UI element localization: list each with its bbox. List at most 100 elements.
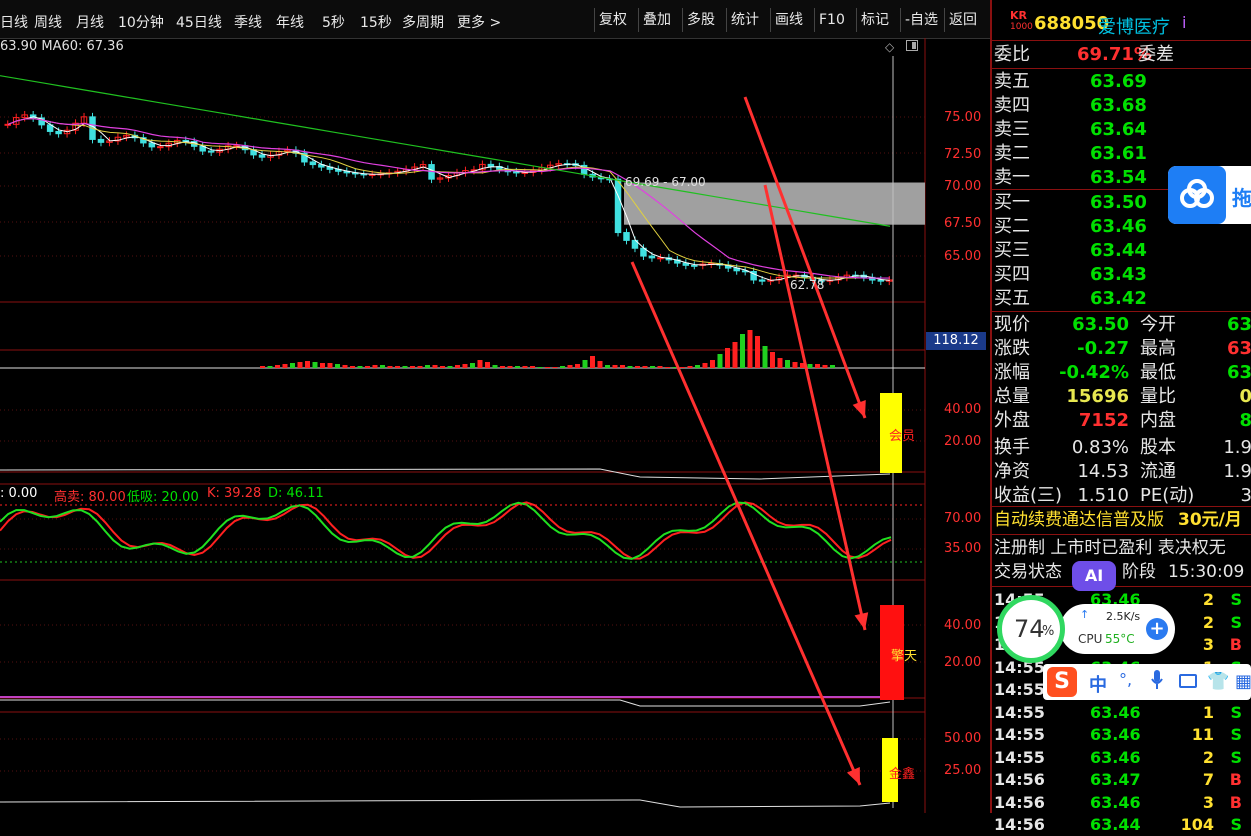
annotation-arrow-line — [743, 96, 867, 419]
draw-line-button[interactable]: 画线 — [770, 8, 807, 32]
tick-row[interactable]: 14:55 63.46 1 S — [994, 701, 1251, 724]
ime-mode-toggle[interactable]: 中 — [1089, 671, 1107, 697]
toolbox-icon[interactable]: ▦ — [1235, 671, 1251, 692]
tick-volume: 2 — [1202, 747, 1214, 767]
bid-row[interactable]: 买五 63.42 — [994, 287, 1147, 310]
candle-down — [691, 264, 698, 267]
tick-side: S — [1230, 747, 1242, 767]
period-tab-daily[interactable]: 日线 — [0, 12, 28, 32]
kdj-legend-buy: 低吸: 20.00 — [127, 490, 199, 505]
kdj-tick: 35.00 — [944, 541, 982, 556]
bid-row[interactable]: 买三 63.44 — [994, 239, 1147, 262]
ask-row[interactable]: 卖四 63.68 — [994, 94, 1147, 117]
ask-label: 卖二 — [994, 143, 1030, 164]
mark-button[interactable]: 标记 — [856, 8, 893, 32]
quote-row: 外盘 7152 内盘 8 — [994, 409, 1251, 432]
skin-icon[interactable]: 👕 — [1207, 671, 1229, 692]
kline-chart-area[interactable] — [0, 38, 990, 813]
tick-price: 63.46 — [1090, 792, 1141, 812]
cpu-label: CPU — [1078, 632, 1103, 646]
quote-label-2: PE(动) — [1140, 485, 1195, 506]
ai-button[interactable]: AI — [1072, 561, 1116, 591]
ime-punct-toggle[interactable]: °, — [1119, 670, 1132, 689]
statistics-button[interactable]: 统计 — [726, 8, 763, 32]
quote-row: 现价 63.50 今开 63 — [994, 313, 1251, 336]
bid-row[interactable]: 买二 63.46 — [994, 215, 1147, 238]
annotation-arrow-head — [852, 400, 866, 418]
kdj-tick: 70.00 — [944, 511, 982, 526]
period-tab-monthly[interactable]: 月线 — [76, 12, 104, 32]
tick-row[interactable]: 14:55 63.46 2 S — [994, 746, 1251, 769]
volume-bar — [605, 365, 610, 368]
memory-gauge[interactable]: 74 % — [997, 595, 1065, 663]
f10-button[interactable]: F10 — [814, 8, 849, 32]
back-button[interactable]: 返回 — [944, 8, 981, 32]
volume-bar — [620, 365, 625, 368]
mic-icon[interactable] — [1151, 669, 1163, 689]
quote-label-2: 最高 — [1140, 338, 1176, 359]
quote-value: 7152 — [1078, 410, 1129, 431]
period-tab-quarterly[interactable]: 季线 — [234, 12, 262, 32]
quote-label: 换手 — [994, 437, 1030, 458]
ask-row[interactable]: 卖二 63.61 — [994, 142, 1147, 165]
period-tab-45day[interactable]: 45日线 — [176, 12, 222, 32]
info-icon[interactable]: i — [1182, 13, 1186, 32]
volume-bar — [327, 363, 333, 368]
keyboard-icon[interactable] — [1179, 674, 1197, 688]
panel-toggle-icon[interactable] — [906, 40, 918, 51]
system-monitor-card[interactable]: ↑ 2.5K/s CPU 55°C + — [1060, 604, 1175, 654]
period-tab-5sec[interactable]: 5秒 — [322, 12, 345, 32]
tick-row[interactable]: 14:56 63.46 3 B — [994, 791, 1251, 814]
tick-volume: 104 — [1180, 815, 1214, 834]
quote-value: 14.53 — [1077, 461, 1129, 482]
volume-bar — [372, 365, 378, 368]
tick-volume: 3 — [1202, 792, 1214, 812]
low-price-label: 62.78 — [790, 278, 825, 292]
multi-stock-button[interactable]: 多股 — [682, 8, 719, 32]
quote-row: 涨跌 -0.27 最高 63 — [994, 337, 1251, 360]
period-tab-weekly[interactable]: 周线 — [34, 12, 62, 32]
promo-text[interactable]: 自动续费通达信普及版 — [994, 510, 1164, 530]
cloud-icon — [1168, 166, 1226, 224]
quote-label-2: 量比 — [1140, 386, 1176, 407]
watchlist-button[interactable]: -自选 — [900, 8, 942, 32]
ask-row[interactable]: 卖一 63.54 — [994, 166, 1147, 189]
ime-logo-icon[interactable]: S — [1047, 667, 1077, 697]
quote-value: -0.42% — [1059, 362, 1129, 383]
panel4-line — [0, 799, 891, 808]
tick-price: 63.46 — [1090, 725, 1141, 744]
period-tab-10min[interactable]: 10分钟 — [118, 12, 164, 32]
volume-bar — [635, 366, 640, 368]
ask-row[interactable]: 卖五 63.69 — [994, 70, 1147, 93]
ask-label: 卖五 — [994, 71, 1030, 92]
overlay-button[interactable]: 叠加 — [638, 8, 675, 32]
bid-row[interactable]: 买四 63.43 — [994, 263, 1147, 286]
adjust-button[interactable]: 复权 — [594, 8, 631, 32]
period-tab-yearly[interactable]: 年线 — [276, 12, 304, 32]
stock-name[interactable]: 爱博医疗 — [1098, 13, 1170, 39]
bid-price: 63.50 — [1090, 192, 1147, 213]
tick-time: 14:55 — [994, 680, 1045, 699]
cloud-widget-text: 拖 — [1232, 186, 1251, 210]
volume-bar — [740, 334, 745, 368]
period-tab-more[interactable]: 更多 > — [457, 12, 501, 32]
volume-bar — [492, 365, 498, 368]
period-tab-15sec[interactable]: 15秒 — [360, 12, 392, 32]
add-icon[interactable]: + — [1146, 618, 1168, 640]
volume-bar — [762, 346, 768, 368]
tick-row[interactable]: 14:56 63.44 104 S — [994, 813, 1251, 836]
promo-price[interactable]: 30元/月 — [1178, 509, 1242, 532]
bid-row[interactable]: 买一 63.50 — [994, 191, 1147, 214]
diamond-icon[interactable]: ◇ — [885, 40, 894, 54]
ime-toolbar[interactable]: S 中 °, 👕 ▦ — [1043, 664, 1251, 700]
tick-side: B — [1229, 635, 1242, 654]
quote-label-2: 今开 — [1140, 314, 1176, 335]
panel3-line — [0, 699, 891, 707]
tick-row[interactable]: 14:56 63.47 7 B — [994, 768, 1251, 791]
cloud-widget[interactable]: 拖 — [1168, 166, 1251, 224]
period-tab-multi[interactable]: 多周期 — [402, 12, 444, 32]
panel3-tick: 40.00 — [944, 618, 982, 633]
candle-down — [648, 255, 656, 259]
ask-row[interactable]: 卖三 63.64 — [994, 118, 1147, 141]
tick-row[interactable]: 14:55 63.46 11 S — [994, 723, 1251, 746]
